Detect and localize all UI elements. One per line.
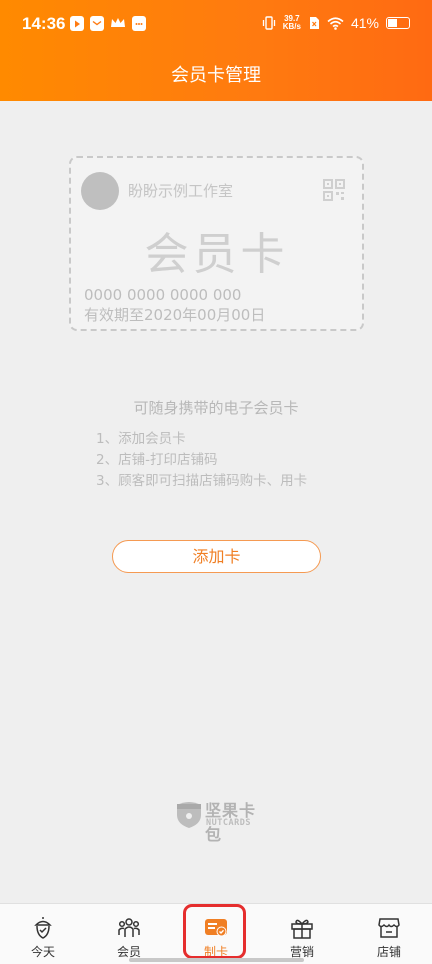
brand-logo: 坚果卡包 NUTCARDS xyxy=(176,797,260,844)
wifi-icon xyxy=(327,16,344,30)
qr-code-icon xyxy=(323,179,345,201)
gift-icon xyxy=(291,919,313,939)
card-expiry: 有效期至2020年00月00日 xyxy=(84,306,266,324)
card-number: 0000 0000 0000 000 xyxy=(84,286,242,304)
status-time: 14:36 xyxy=(22,14,66,33)
tab-label: 店铺 xyxy=(376,945,401,959)
sim-icon xyxy=(309,17,319,29)
acorn-icon xyxy=(34,917,52,939)
battery-fill xyxy=(388,19,398,27)
notification-icons xyxy=(70,16,146,31)
shop-avatar xyxy=(81,172,119,210)
battery-icon xyxy=(386,17,410,29)
card-title: 会员卡 xyxy=(144,229,289,280)
intro-steps: 1、添加会员卡 2、店铺-打印店铺码 3、顾客即可扫描店铺码购卡、用卡 xyxy=(96,429,307,492)
net-speed-unit: KB/s xyxy=(282,22,301,31)
intro-step: 2、店铺-打印店铺码 xyxy=(96,452,218,468)
chat-app-icon xyxy=(132,16,146,31)
intro-step: 3、顾客即可扫描店铺码购卡、用卡 xyxy=(96,473,308,489)
vibrate-icon xyxy=(262,16,275,30)
battery-percent: 41% xyxy=(350,15,379,31)
tab-marketing[interactable]: 营销 xyxy=(259,904,345,964)
status-right: 39.7 KB/s 41% xyxy=(262,15,410,31)
net-speed: 39.7 KB/s xyxy=(283,15,301,31)
intro-step: 1、添加会员卡 xyxy=(96,431,186,447)
tab-members[interactable]: 会员 xyxy=(86,904,172,964)
app-header: 14:36 39.7 KB/s 41% 会员卡管理 xyxy=(0,0,432,101)
home-indicator[interactable] xyxy=(129,958,304,962)
card-shop-name: 盼盼示例工作室 xyxy=(128,182,234,200)
member-card-preview: 盼盼示例工作室 会员卡 0000 0000 0000 000 有效期至2020年… xyxy=(69,156,364,331)
tab-today[interactable]: 今天 xyxy=(0,904,86,964)
tab-store[interactable]: 店铺 xyxy=(346,904,432,964)
active-tab-highlight xyxy=(183,904,246,959)
mail-app-icon xyxy=(90,16,104,31)
nut-shield-icon xyxy=(177,802,201,828)
store-icon xyxy=(378,918,400,938)
add-card-button[interactable]: 添加卡 xyxy=(112,540,321,573)
members-icon xyxy=(118,918,140,937)
brand-name-en: NUTCARDS xyxy=(206,818,251,828)
tab-label: 今天 xyxy=(30,945,55,959)
crown-app-icon xyxy=(110,16,126,30)
status-bar: 14:36 39.7 KB/s 41% xyxy=(0,0,432,52)
intro-title: 可随身携带的电子会员卡 xyxy=(133,399,299,417)
play-app-icon xyxy=(70,16,84,31)
page-title: 会员卡管理 xyxy=(171,65,261,86)
